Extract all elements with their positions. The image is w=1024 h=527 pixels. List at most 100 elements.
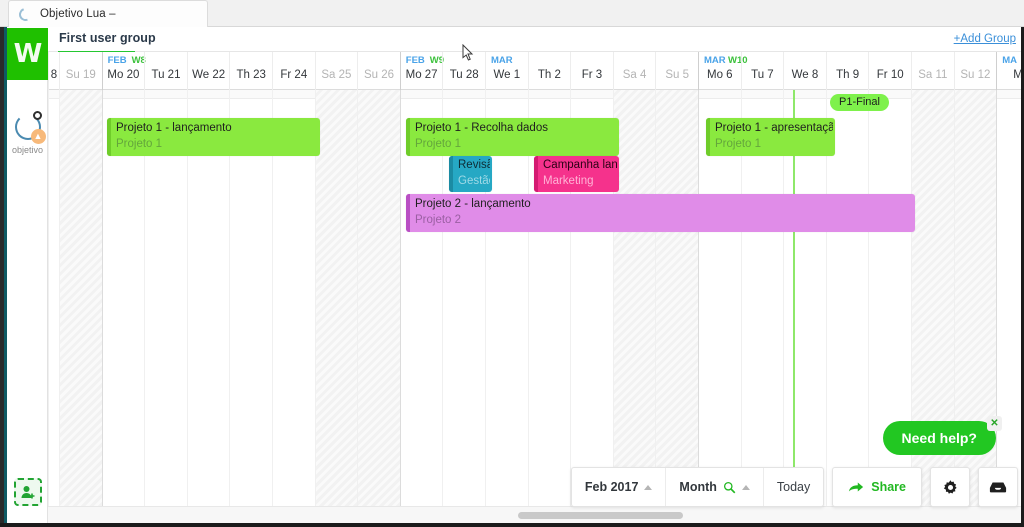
tab-first-user-group[interactable]: First user group [59, 31, 156, 45]
inbox-icon [989, 482, 1007, 493]
task-resize-handle[interactable] [406, 118, 410, 156]
inbox-button[interactable] [978, 467, 1018, 507]
day-label: Mo 6 [707, 69, 733, 81]
app-logo[interactable]: W [7, 28, 48, 80]
timeline-day-header[interactable]: Fr 24 [272, 52, 315, 90]
timeline-day-header[interactable]: Su 12 [953, 52, 997, 90]
date-range-selector[interactable]: Feb 2017 [572, 468, 666, 506]
day-label: Th 23 [236, 69, 266, 81]
day-label: Sa 11 [918, 69, 948, 81]
loading-spinner-icon [16, 5, 35, 23]
day-label: Su 19 [65, 69, 96, 81]
timeline-day-header[interactable]: MA M [996, 52, 1021, 90]
timeline-day-header[interactable]: We 22 [186, 52, 230, 90]
timeline-day-header[interactable]: Tu 7 [740, 52, 784, 90]
task-title: Projeto 1 - apresentação [715, 122, 833, 134]
gantt-task-bar[interactable]: Projeto 1 - lançamento Projeto 1 [107, 118, 320, 156]
add-group-link[interactable]: +Add Group [954, 33, 1016, 45]
task-project-label: Projeto 2 [415, 214, 462, 226]
timeline-body[interactable]: P1-Final Projeto 1 - lançamento Projeto 1P… [48, 90, 1021, 506]
timeline-day-header[interactable]: MAR We 1 [485, 52, 528, 90]
timeline-day-header[interactable]: We 8 [783, 52, 826, 90]
gantt-task-bar[interactable]: Campanha lançar Marketing [534, 156, 619, 192]
task-resize-handle[interactable] [534, 156, 538, 192]
mouse-cursor [462, 44, 474, 61]
date-range-label: Feb 2017 [584, 480, 639, 494]
task-resize-handle[interactable] [449, 156, 453, 192]
add-user-button[interactable] [14, 478, 42, 506]
task-title: Projeto 1 - Recolha dados [415, 122, 548, 134]
timeline-grid-column[interactable] [357, 90, 400, 506]
need-help-button[interactable]: Need help? [882, 421, 996, 455]
close-icon[interactable]: ✕ [987, 416, 1002, 431]
group-header-bar [48, 28, 1021, 52]
timeline-day-header[interactable]: Su 19 [59, 52, 102, 90]
share-button[interactable]: Share [832, 467, 922, 507]
task-project-label: Projeto 1 [116, 138, 163, 150]
day-label: Mo 27 [405, 69, 438, 81]
gantt-task-bar[interactable]: Projeto 2 - lançamento Projeto 2 [406, 194, 915, 232]
share-label: Share [871, 480, 906, 494]
gear-icon [943, 479, 957, 494]
timeline-grid-column[interactable] [612, 90, 656, 506]
day-label: Mo 20 [107, 69, 140, 81]
timeline-day-header[interactable]: Fr 3 [570, 52, 613, 90]
browser-tab[interactable]: Objetivo Lua – [8, 0, 208, 27]
scrollbar-thumb[interactable] [518, 512, 683, 519]
person-badge-icon: ▲ [30, 129, 46, 144]
timeline-day-header[interactable]: Th 9 [825, 52, 869, 90]
timeline-grid-column[interactable] [48, 90, 59, 506]
task-resize-handle[interactable] [706, 118, 710, 156]
bottom-toolbar: Feb 2017 Month Today Share [570, 467, 1018, 507]
timeline-grid-column[interactable] [59, 90, 102, 506]
app-window: Objetivo Lua – W ▲ objetivo First user g… [0, 0, 1024, 527]
zoom-level-label: Month [679, 480, 717, 494]
day-label: Su 5 [665, 69, 690, 81]
task-project-label: Gestão [458, 175, 490, 187]
day-label: Fr 24 [280, 69, 308, 81]
timeline-day-header[interactable]: Su 26 [357, 52, 400, 90]
timeline-day-header[interactable]: FEB W9 Mo 27 [399, 52, 444, 90]
day-label: Sa 25 [321, 69, 352, 81]
milestone-chip[interactable]: P1-Final [830, 94, 889, 111]
day-label: We 8 [791, 69, 819, 81]
timeline-day-header[interactable]: Sa 25 [314, 52, 358, 90]
timeline-day-header[interactable]: MAR W10 Mo 6 [698, 52, 748, 90]
day-label: We 1 [493, 69, 521, 81]
timeline-day-header[interactable]: Su 5 [655, 52, 698, 90]
timeline-day-header[interactable]: Th 23 [229, 52, 272, 90]
month-label: MAR [491, 55, 513, 66]
left-rail [7, 28, 48, 523]
add-user-icon [21, 486, 35, 499]
task-resize-handle[interactable] [107, 118, 111, 156]
zoom-level-selector[interactable]: Month [665, 468, 762, 506]
gantt-task-bar[interactable]: Projeto 1 - Recolha dados Projeto 1 [406, 118, 619, 156]
chevron-up-icon [644, 484, 653, 490]
logo-glyph: W [13, 39, 43, 69]
today-button[interactable]: Today [762, 468, 823, 506]
task-resize-handle[interactable] [406, 194, 410, 232]
avatar-icon: ▲ [13, 111, 46, 144]
horizontal-scrollbar[interactable] [48, 506, 1021, 523]
timeline-day-header[interactable]: Sa 4 [612, 52, 656, 90]
avatar[interactable]: ▲ objetivo [7, 111, 48, 174]
timeline-day-header[interactable]: FEB W8 Mo 20 [101, 52, 146, 90]
timeline-grid-column[interactable] [655, 90, 698, 506]
timeline-day-header[interactable]: 8 [48, 52, 59, 90]
timeline-header: 8 Su 19 FEB W8 Mo 20 Tu 21 We 22 Th 23 Fr 24 Sa 2… [48, 52, 1021, 90]
gantt-task-bar[interactable]: Revisão Gestão [449, 156, 492, 192]
timeline-day-header[interactable]: Tu 21 [144, 52, 187, 90]
timeline-grid-column[interactable] [996, 90, 1021, 506]
timeline-grid-column[interactable] [314, 90, 358, 506]
month-label: MA [1002, 55, 1017, 66]
timeline-day-header[interactable]: Sa 11 [911, 52, 954, 90]
day-label: Fr 3 [581, 69, 603, 81]
timeline-day-header[interactable]: Th 2 [527, 52, 571, 90]
day-label: Su 26 [363, 69, 395, 81]
timeline-day-header[interactable]: Fr 10 [868, 52, 911, 90]
chevron-up-icon [741, 484, 750, 490]
day-label: We 22 [192, 69, 226, 81]
settings-button[interactable] [930, 467, 970, 507]
browser-tab-title: Objetivo Lua – [40, 8, 116, 20]
gantt-task-bar[interactable]: Projeto 1 - apresentação Projeto 1 [706, 118, 835, 156]
